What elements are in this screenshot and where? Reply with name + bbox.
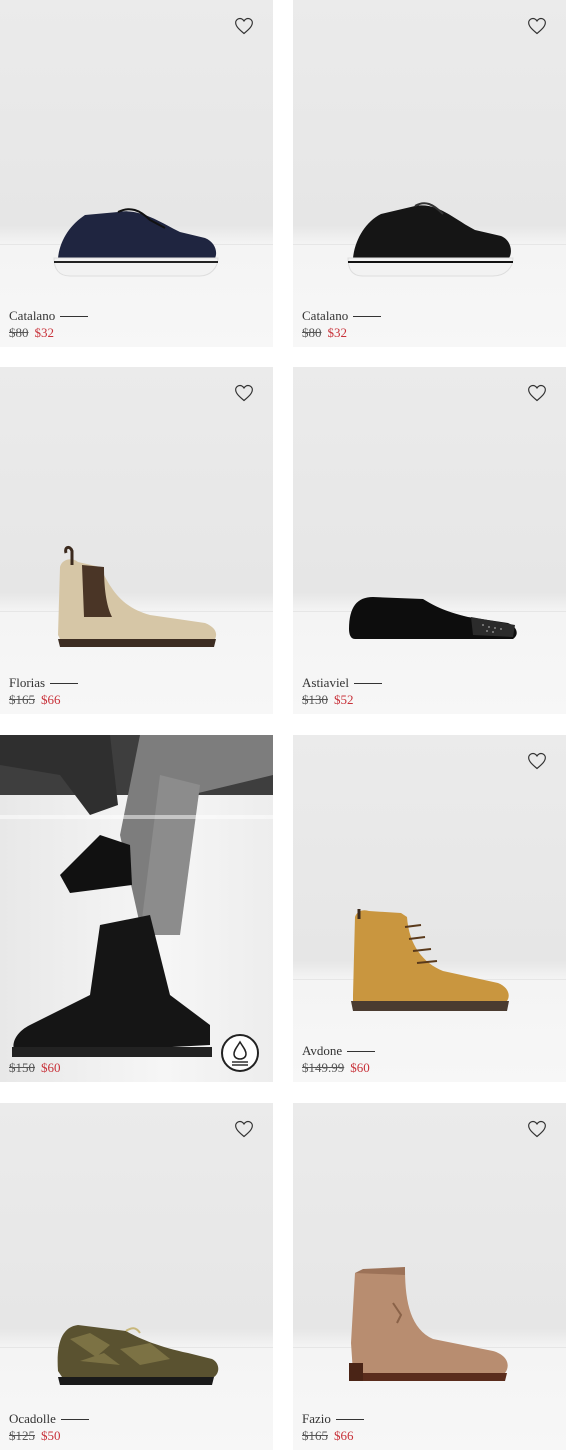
product-card[interactable]: $150 $60 <box>0 735 273 1082</box>
heart-icon <box>235 1120 253 1138</box>
product-image[interactable] <box>293 367 566 714</box>
product-card[interactable]: Florias $165 $66 <box>0 367 273 714</box>
sale-price: $66 <box>334 1428 354 1443</box>
product-caption: Astiaviel $130 $52 <box>302 675 552 709</box>
product-caption: $150 $60 <box>9 1043 259 1077</box>
product-prices: $150 $60 <box>9 1059 259 1077</box>
product-card[interactable]: Fazio $165 $66 <box>293 1103 566 1450</box>
original-price: $165 <box>9 692 35 707</box>
product-prices: $80 $32 <box>302 324 552 342</box>
product-card[interactable]: Catalano $80 $32 <box>293 0 566 347</box>
product-image[interactable] <box>0 1103 273 1450</box>
original-price: $80 <box>9 325 29 340</box>
original-price: $130 <box>302 692 328 707</box>
product-card[interactable]: Catalano $80 $32 <box>0 0 273 347</box>
original-price: $80 <box>302 325 322 340</box>
name-underline <box>50 682 79 684</box>
product-image[interactable] <box>293 735 566 1082</box>
product-prices: $165 $66 <box>302 1427 552 1445</box>
original-price: $149.99 <box>302 1060 345 1075</box>
heart-icon <box>528 752 546 770</box>
product-image[interactable] <box>293 0 566 347</box>
favorite-button[interactable] <box>527 16 547 36</box>
original-price: $150 <box>9 1060 35 1075</box>
sale-price: $60 <box>350 1060 370 1075</box>
name-underline <box>60 315 89 317</box>
product-name[interactable]: Catalano <box>302 308 552 324</box>
heart-icon <box>235 17 253 35</box>
sale-price: $60 <box>41 1060 61 1075</box>
favorite-button[interactable] <box>234 1119 254 1139</box>
heart-icon <box>528 384 546 402</box>
product-card[interactable]: Avdone $149.99 $60 <box>293 735 566 1082</box>
product-image[interactable] <box>0 735 273 1082</box>
product-name[interactable]: Florias <box>9 675 259 691</box>
heart-icon <box>528 1120 546 1138</box>
name-underline <box>347 1050 376 1052</box>
product-card[interactable]: Astiaviel $130 $52 <box>293 367 566 714</box>
product-image[interactable] <box>293 1103 566 1450</box>
name-underline <box>335 1418 364 1420</box>
sale-price: $52 <box>334 692 354 707</box>
product-caption: Catalano $80 $32 <box>9 308 259 342</box>
product-name[interactable]: Astiaviel <box>302 675 552 691</box>
original-price: $125 <box>9 1428 35 1443</box>
product-prices: $125 $50 <box>9 1427 259 1445</box>
product-prices: $149.99 $60 <box>302 1059 552 1077</box>
product-prices: $165 $66 <box>9 691 259 709</box>
favorite-button[interactable] <box>234 16 254 36</box>
product-name[interactable]: Ocadolle <box>9 1411 259 1427</box>
product-caption: Avdone $149.99 $60 <box>302 1043 552 1077</box>
favorite-button[interactable] <box>234 383 254 403</box>
product-grid: Catalano $80 $32 Catalano $80 $32 Floria… <box>0 0 568 1453</box>
sale-price: $32 <box>327 325 348 340</box>
favorite-button[interactable] <box>527 751 547 771</box>
product-caption: Catalano $80 $32 <box>302 308 552 342</box>
favorite-button[interactable] <box>527 383 547 403</box>
favorite-button[interactable] <box>527 1119 547 1139</box>
product-name[interactable]: Fazio <box>302 1411 552 1427</box>
product-name[interactable]: Avdone <box>302 1043 552 1059</box>
heart-icon <box>528 17 546 35</box>
heart-icon <box>235 384 253 402</box>
product-image[interactable] <box>0 0 273 347</box>
product-prices: $130 $52 <box>302 691 552 709</box>
product-image[interactable] <box>0 367 273 714</box>
product-caption: Florias $165 $66 <box>9 675 259 709</box>
product-card[interactable]: Ocadolle $125 $50 <box>0 1103 273 1450</box>
product-caption: Fazio $165 $66 <box>302 1411 552 1445</box>
original-price: $165 <box>302 1428 328 1443</box>
product-caption: Ocadolle $125 $50 <box>9 1411 259 1445</box>
product-name[interactable]: Catalano <box>9 308 259 324</box>
name-underline <box>60 1418 89 1420</box>
product-prices: $80 $32 <box>9 324 259 342</box>
sale-price: $50 <box>41 1428 61 1443</box>
name-underline <box>353 315 382 317</box>
name-underline <box>353 682 382 684</box>
sale-price: $32 <box>34 325 55 340</box>
sale-price: $66 <box>41 692 61 707</box>
